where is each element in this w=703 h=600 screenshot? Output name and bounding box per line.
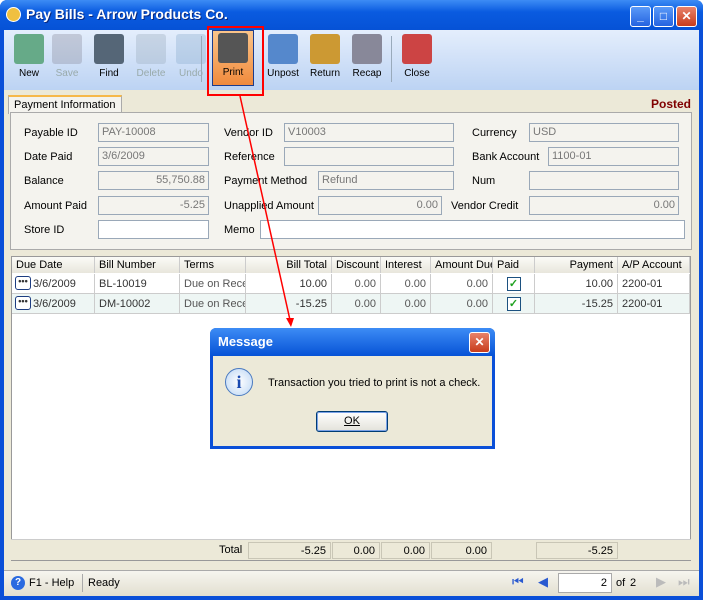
dialog-title: Message	[218, 334, 273, 349]
dialog-title-bar: Message ✕	[210, 328, 495, 356]
dialog-message: Transaction you tried to print is not a …	[268, 377, 481, 389]
dialog-close-button[interactable]: ✕	[469, 332, 490, 353]
ok-button[interactable]: OK	[316, 411, 388, 432]
annotation-arrow	[239, 95, 294, 327]
info-icon: i	[225, 368, 253, 396]
dialog-body: i Transaction you tried to print is not …	[213, 356, 492, 446]
message-dialog: Message ✕ i Transaction you tried to pri…	[210, 328, 495, 449]
